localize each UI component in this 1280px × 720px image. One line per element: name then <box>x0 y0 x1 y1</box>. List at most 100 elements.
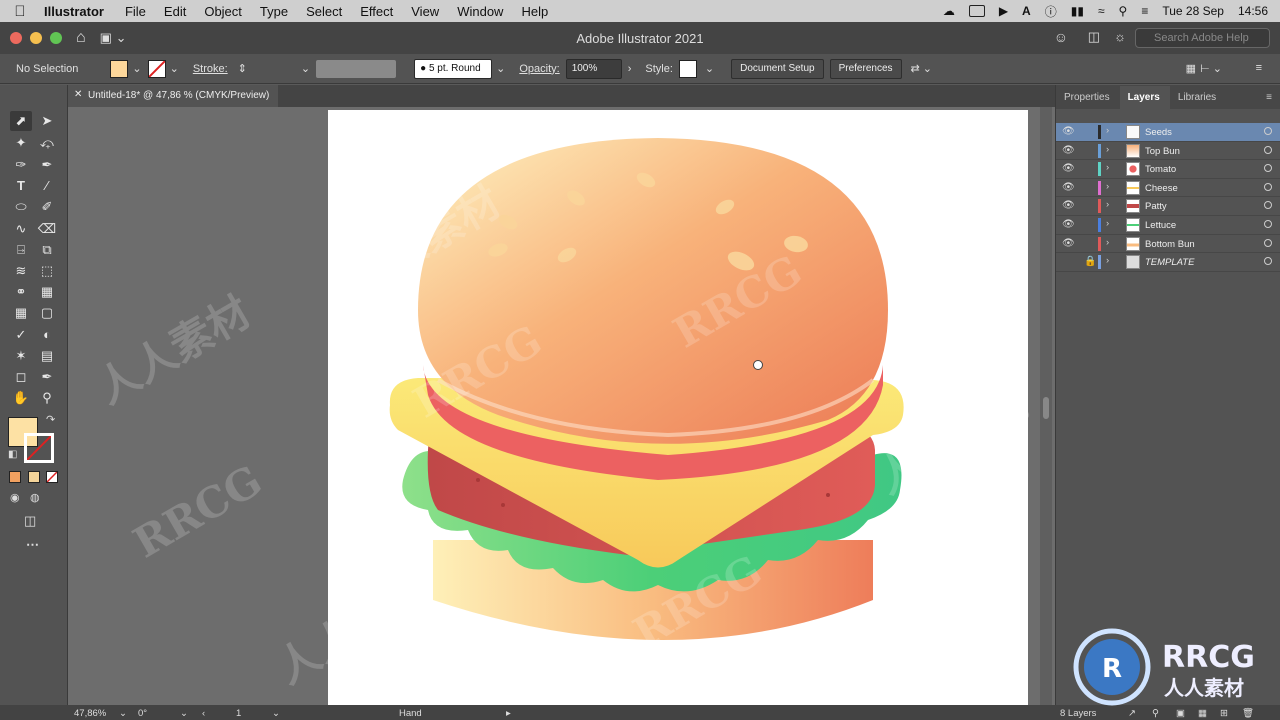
menu-window[interactable]: Window <box>448 4 512 19</box>
menu-type[interactable]: Type <box>251 4 297 19</box>
locate-object-icon[interactable]: ⚲ <box>1152 708 1159 719</box>
artboard-dropdown-icon[interactable]: ⌄ <box>272 708 280 719</box>
color-mode-icon[interactable] <box>9 471 21 483</box>
brush-definition-field[interactable]: ● 5 pt. Round <box>414 58 493 79</box>
blend-tool-icon[interactable]: ◐ <box>36 325 58 345</box>
artboard-number[interactable]: 1 <box>236 708 241 719</box>
menu-select[interactable]: Select <box>297 4 351 19</box>
target-circle-icon[interactable] <box>1264 182 1272 191</box>
rotation-value[interactable]: 0° <box>138 708 147 719</box>
stroke-weight-stepper[interactable]: ⇕ <box>238 62 247 75</box>
apple-icon[interactable]:  <box>0 3 40 20</box>
status-menu-arrow-icon[interactable]: ▸ <box>506 708 511 719</box>
layer-name[interactable]: Cheese <box>1145 183 1178 194</box>
layer-name[interactable]: Top Bun <box>1145 146 1180 157</box>
expand-chevron-icon[interactable]: › <box>1106 144 1109 155</box>
visibility-eye-icon[interactable]: 👁 <box>1062 126 1075 137</box>
wifi-icon[interactable]: ≈ <box>1098 4 1105 18</box>
close-tab-icon[interactable]: ✕ <box>74 89 82 100</box>
layer-row-tomato[interactable]: 👁 › Tomato <box>1056 160 1280 179</box>
visibility-eye-icon[interactable]: 👁 <box>1062 163 1075 174</box>
tab-libraries[interactable]: Libraries <box>1170 92 1226 109</box>
eyedropper-tool-icon[interactable]: ✓ <box>10 325 32 345</box>
shaper-tool-icon[interactable]: ∿ <box>10 219 32 239</box>
visibility-eye-icon[interactable]: 👁 <box>1062 200 1075 211</box>
make-clipping-mask-icon[interactable]: ▣ <box>1176 708 1185 719</box>
artboard-prev-icon[interactable]: ‹ <box>202 708 205 719</box>
layer-row-seeds[interactable]: 👁 › Seeds <box>1056 123 1280 142</box>
control-center-icon[interactable]: ≡ <box>1141 4 1148 18</box>
spotlight-icon[interactable]: ⚲ <box>1119 4 1128 18</box>
brush-dropdown-icon[interactable]: ⌄ <box>496 62 505 75</box>
tab-properties[interactable]: Properties <box>1056 92 1120 109</box>
gradient-tool-icon[interactable]: ▢ <box>36 303 58 323</box>
edit-toolbar-icon[interactable]: ⋯ <box>26 537 39 553</box>
stroke-weight-dropdown-icon[interactable]: ⌄ <box>301 62 310 75</box>
opacity-field[interactable]: 100% <box>565 58 622 79</box>
menu-app-name[interactable]: Illustrator <box>40 4 116 19</box>
canvas-area[interactable]: 人人素材 RRCG 人人素材 RRCG RRCG 人人素材 RRCG 人人素材 <box>68 107 1058 705</box>
layer-name[interactable]: Patty <box>1145 201 1167 212</box>
layer-row-cheese[interactable]: 👁 › Cheese <box>1056 179 1280 198</box>
vertical-scrollbar[interactable] <box>1040 107 1052 705</box>
scrollbar-thumb[interactable] <box>1043 397 1049 419</box>
line-tool-icon[interactable]: ∕ <box>36 176 58 196</box>
opacity-label[interactable]: Opacity: <box>519 63 559 75</box>
expand-chevron-icon[interactable]: › <box>1106 237 1109 248</box>
graphic-style-swatch[interactable] <box>678 59 697 78</box>
screen-mode-icon[interactable]: ◫ <box>24 513 36 529</box>
zoom-tool-icon[interactable]: ⚲ <box>36 388 58 408</box>
none-mode-icon[interactable] <box>46 471 58 483</box>
opacity-arrow-icon[interactable]: › <box>628 63 632 75</box>
menu-file[interactable]: File <box>116 4 155 19</box>
mesh-tool-icon[interactable]: ▦ <box>10 303 32 323</box>
fill-swatch[interactable] <box>110 59 129 78</box>
lock-icon[interactable]: 🔒 <box>1084 256 1096 267</box>
reflect-tool-icon[interactable]: ⍈ <box>10 240 32 260</box>
expand-chevron-icon[interactable]: › <box>1106 255 1109 266</box>
layer-name[interactable]: Seeds <box>1145 127 1172 138</box>
zoom-level[interactable]: 47,86% <box>74 708 106 719</box>
visibility-eye-icon[interactable]: 👁 <box>1062 238 1075 249</box>
stroke-label[interactable]: Stroke: <box>193 63 228 75</box>
visibility-eye-icon[interactable]: 👁 <box>1062 182 1075 193</box>
help-search-input[interactable]: Search Adobe Help <box>1135 28 1270 48</box>
stroke-swatch[interactable] <box>147 59 166 78</box>
document-tab[interactable]: ✕ Untitled-18* @ 47,86 % (CMYK/Preview) <box>68 85 278 107</box>
ellipse-tool-icon[interactable]: ⬭ <box>10 197 32 217</box>
eraser-tool-icon[interactable]: ⌫ <box>36 219 58 239</box>
layer-row-patty[interactable]: 👁 › Patty <box>1056 197 1280 216</box>
layer-row-lettuce[interactable]: 👁 › Lettuce <box>1056 216 1280 235</box>
document-setup-button[interactable]: Document Setup <box>731 58 824 79</box>
menu-edit[interactable]: Edit <box>155 4 195 19</box>
panel-menu-icon[interactable]: ≡ <box>1256 62 1262 74</box>
target-circle-icon[interactable] <box>1264 219 1272 228</box>
warp-tool-icon[interactable]: ≋ <box>10 261 32 281</box>
style-dropdown-icon[interactable]: ⌄ <box>705 62 714 75</box>
new-layer-icon[interactable]: ⊞ <box>1220 708 1228 719</box>
delete-layer-icon[interactable]: 🗑 <box>1242 708 1254 719</box>
draw-normal-icon[interactable]: ◉ <box>10 491 20 504</box>
shape-builder-tool-icon[interactable]: ⚭ <box>10 282 32 302</box>
fill-dropdown-icon[interactable]: ⌄ <box>132 62 141 75</box>
zoom-dropdown-icon[interactable]: ⌄ <box>119 708 127 719</box>
preferences-button[interactable]: Preferences <box>829 58 902 79</box>
gradient-mode-icon[interactable] <box>28 471 40 483</box>
lasso-tool-icon[interactable]: ⤽ <box>36 133 58 153</box>
hand-tool-icon[interactable]: ✋ <box>10 388 32 408</box>
direct-selection-tool-icon[interactable]: ➤ <box>36 111 58 131</box>
visibility-eye-icon[interactable]: 👁 <box>1062 219 1075 230</box>
selection-tool-icon[interactable]: ⬈ <box>10 111 32 131</box>
magic-wand-tool-icon[interactable]: ✦ <box>10 133 32 153</box>
discover-icon[interactable]: ☼ <box>1114 29 1126 44</box>
expand-chevron-icon[interactable]: › <box>1106 181 1109 192</box>
symbol-sprayer-tool-icon[interactable]: ✶ <box>10 346 32 366</box>
stroke-dropdown-icon[interactable]: ⌄ <box>170 62 179 75</box>
layer-name[interactable]: TEMPLATE <box>1145 257 1194 268</box>
target-circle-icon[interactable] <box>1264 257 1272 266</box>
perspective-grid-tool-icon[interactable]: ▦ <box>36 282 58 302</box>
slice-tool-icon[interactable]: ✒ <box>36 367 58 387</box>
scale-tool-icon[interactable]: ⧉ <box>36 240 58 260</box>
target-circle-icon[interactable] <box>1264 127 1272 135</box>
new-sublayer-icon[interactable]: ▦ <box>1198 708 1207 719</box>
